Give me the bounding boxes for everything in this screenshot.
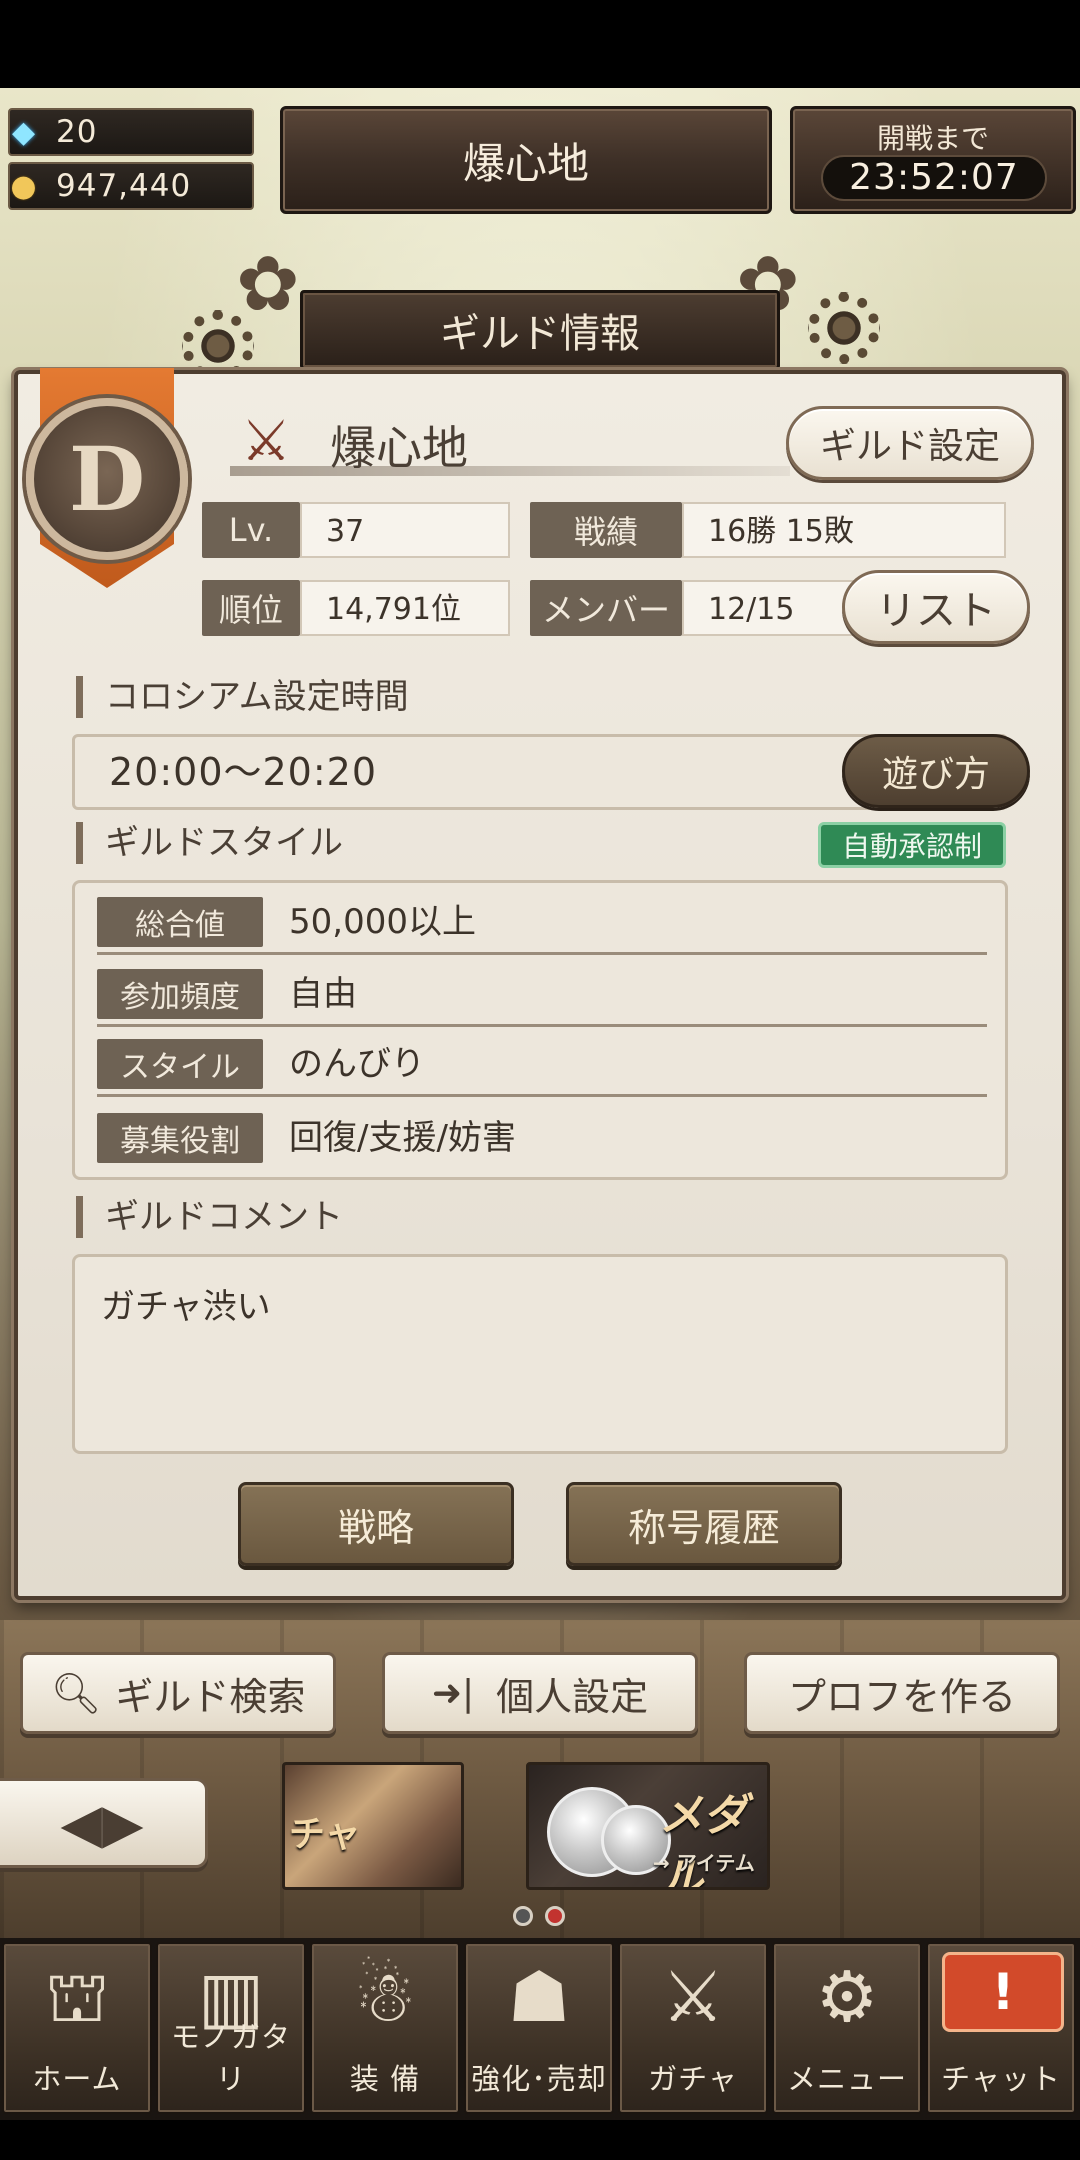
coin-icon: ● <box>10 169 38 204</box>
style-row-value: 回復/支援/妨害 <box>289 1118 516 1158</box>
nav-label: チャット <box>941 2062 1061 2096</box>
coliseum-section-title: コロシアム設定時間 <box>76 676 409 718</box>
how-to-play-label: 遊び方 <box>881 754 990 795</box>
crystal-counter: ◆ 20 <box>8 108 254 156</box>
medal-banner-subtitle: → アイテム <box>653 1851 755 1875</box>
row-divider <box>97 1024 987 1027</box>
nav-equipment[interactable]: ☃ 装 備 <box>310 1942 460 2114</box>
nav-label: 強化･売却 <box>471 2062 607 2096</box>
nav-label: メニュー <box>786 2062 907 2096</box>
members-label: メンバー <box>530 580 682 636</box>
guild-title: 爆心地 <box>462 138 589 188</box>
personal-settings-button[interactable]: ➜| 個人設定 <box>382 1652 698 1734</box>
style-row-label: 参加頻度 <box>97 969 263 1019</box>
guild-style-title: ギルドスタイル <box>76 822 343 864</box>
nav-home[interactable]: ⛫ ホーム <box>2 1942 152 2114</box>
nav-label: ホーム <box>32 2062 122 2096</box>
nav-story[interactable]: ▥ モノガタリ <box>156 1942 306 2114</box>
carousel-dot[interactable] <box>513 1906 533 1926</box>
guild-title-banner: 爆心地 <box>280 106 772 214</box>
flower-ornament-left: ✿ <box>236 239 300 328</box>
bottom-nav: ⛫ ホーム ▥ モノガタリ ☃ 装 備 ☗ 強化･売却 ⚔ ガチャ ⚙ メニュー… <box>0 1938 1080 2120</box>
coin-count: 947,440 <box>56 168 192 204</box>
rank-label: 順位 <box>202 580 300 636</box>
nav-chat[interactable]: ! チャット <box>926 1942 1076 2114</box>
swords-icon: ⚔ <box>661 1956 725 2038</box>
style-row-value: 自由 <box>289 974 357 1014</box>
level-label: Lv. <box>202 502 300 558</box>
guild-comment-box: ガチャ渋い <box>72 1254 1008 1454</box>
castle-icon: ⛫ <box>44 1956 110 2038</box>
style-row-roles: 募集役割 回復/支援/妨害 <box>97 1105 987 1171</box>
guild-comment-text: ガチャ渋い <box>101 1287 271 1327</box>
rank-medal: D <box>26 398 188 560</box>
nav-label: 装 備 <box>349 2062 421 2096</box>
crystal-count: 20 <box>56 114 98 150</box>
how-to-play-button[interactable]: 遊び方 <box>842 734 1030 808</box>
guild-style-box: 総合値 50,000以上 参加頻度 自由 スタイル のんびり 募集役割 回復/支… <box>72 880 1008 1180</box>
guild-search-label: ギルド検索 <box>115 1674 306 1719</box>
battle-timer: 開戦まで 23:52:07 <box>790 106 1076 214</box>
chat-alert-icon: ! <box>942 1952 1064 2032</box>
member-list-button[interactable]: リスト <box>842 570 1030 644</box>
guild-comment-title: ギルドコメント <box>76 1196 343 1238</box>
nav-menu[interactable]: ⚙ メニュー <box>772 1942 922 2114</box>
style-row-value: 50,000以上 <box>289 902 476 942</box>
back-button[interactable]: ◀▶ <box>0 1778 208 1868</box>
level-value: 37 <box>300 502 510 558</box>
create-profile-button[interactable]: プロフを作る <box>744 1652 1060 1734</box>
guild-search-button[interactable]: 🔍︎ ギルド検索 <box>20 1652 336 1734</box>
style-row-total: 総合値 50,000以上 <box>97 889 987 955</box>
title-history-label: 称号履歴 <box>627 1505 780 1550</box>
row-divider <box>97 952 987 955</box>
rank-letter: D <box>68 427 146 531</box>
record-label: 戦績 <box>530 502 682 558</box>
auto-approve-label: 自動承認制 <box>841 830 982 863</box>
nav-label: モノガタリ <box>170 2020 291 2096</box>
nav-enhance-sell[interactable]: ☗ 強化･売却 <box>464 1942 614 2114</box>
member-list-label: リスト <box>876 588 996 634</box>
bottom-bar <box>0 2120 1080 2160</box>
panel-header: ギルド情報 <box>300 290 780 370</box>
rank-value: 14,791位 <box>300 580 510 636</box>
enter-arrow-icon: ➜| <box>431 1672 475 1714</box>
puppet-icon: ☃ <box>353 1956 417 2038</box>
strategy-label: 戦略 <box>337 1505 414 1550</box>
carousel-dot-active[interactable] <box>545 1906 565 1926</box>
style-row-label: 募集役割 <box>97 1113 263 1163</box>
back-arrow-icon: ◀▶ <box>60 1791 144 1855</box>
auto-approve-badge: 自動承認制 <box>818 822 1006 868</box>
gacha-banner[interactable]: チャ <box>282 1762 464 1890</box>
nav-gacha[interactable]: ⚔ ガチャ <box>618 1942 768 2114</box>
create-profile-label: プロフを作る <box>787 1674 1016 1719</box>
record-value: 16勝 15敗 <box>682 502 1006 558</box>
strategy-button[interactable]: 戦略 <box>238 1482 514 1566</box>
timer-label: 開戦まで <box>876 122 989 155</box>
timer-value: 23:52:07 <box>821 155 1047 201</box>
row-divider <box>97 1094 987 1097</box>
gacha-banner-text: チャ <box>289 1814 361 1855</box>
name-underline <box>230 466 790 476</box>
medal-banner[interactable]: メダル → アイテム <box>526 1762 770 1890</box>
style-row-style: スタイル のんびり <box>97 1031 987 1097</box>
personal-settings-label: 個人設定 <box>496 1674 649 1719</box>
crystal-icon: ◆ <box>11 115 37 150</box>
guild-name: 爆心地 <box>330 421 468 475</box>
style-row-value: のんびり <box>289 1044 425 1084</box>
gears-icon: ⚙ <box>815 1956 879 2038</box>
guild-settings-label: ギルド設定 <box>819 426 1000 467</box>
chat-alert-mark: ! <box>991 1963 1015 2021</box>
gear-ornament-right <box>808 292 880 364</box>
coin-counter: ● 947,440 <box>8 162 254 210</box>
mask-icon: ☗ <box>507 1956 571 2038</box>
style-row-label: 総合値 <box>97 897 263 947</box>
panel-title: ギルド情報 <box>440 311 640 357</box>
guild-settings-button[interactable]: ギルド設定 <box>786 406 1034 480</box>
search-icon: 🔍︎ <box>50 1670 102 1717</box>
nav-label: ガチャ <box>648 2062 738 2096</box>
style-row-frequency: 参加頻度 自由 <box>97 961 987 1027</box>
title-history-button[interactable]: 称号履歴 <box>566 1482 842 1566</box>
style-row-label: スタイル <box>97 1039 263 1089</box>
